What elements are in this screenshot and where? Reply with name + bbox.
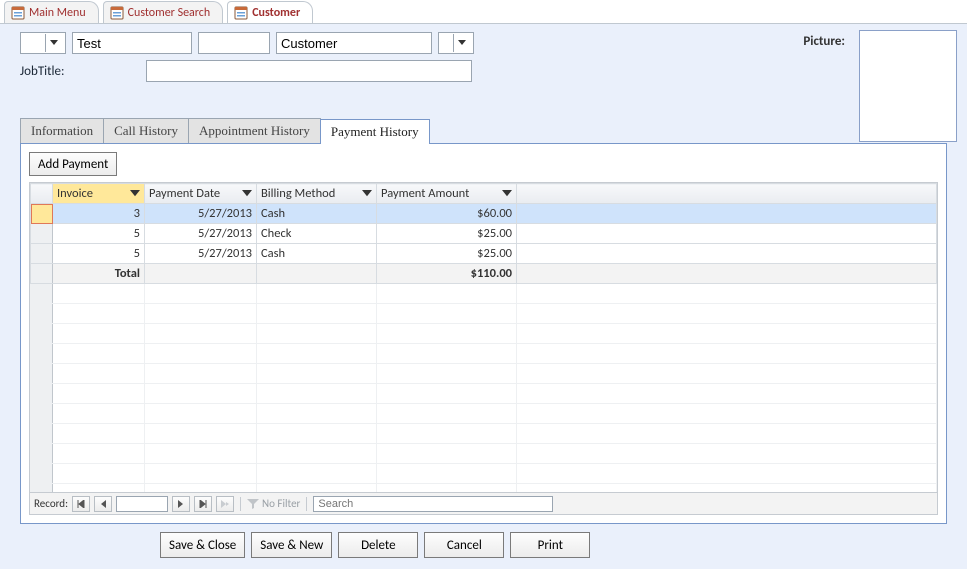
cell-method[interactable]: Cash — [257, 244, 377, 264]
doc-tab-customer-search[interactable]: Customer Search — [103, 1, 224, 23]
record-number-input[interactable] — [116, 496, 168, 512]
row-selector[interactable] — [31, 224, 53, 244]
cell-invoice[interactable]: 3 — [53, 204, 145, 224]
suffix-combo[interactable] — [438, 32, 474, 54]
bottom-buttons: Save & Close Save & New Delete Cancel Pr… — [160, 532, 947, 558]
new-record-button[interactable] — [216, 496, 234, 512]
filter-indicator[interactable]: No Filter — [247, 497, 300, 510]
total-amount: $110.00 — [377, 264, 517, 284]
cell-amount[interactable]: $25.00 — [377, 224, 517, 244]
table-row[interactable]: 5 5/27/2013 Check $25.00 — [31, 224, 937, 244]
col-header-payment-date[interactable]: Payment Date — [145, 184, 257, 204]
total-label: Total — [53, 264, 145, 284]
cell-date[interactable]: 5/27/2013 — [145, 204, 257, 224]
form-icon — [11, 6, 25, 20]
jobtitle-label: JobTitle: — [20, 64, 140, 79]
doc-tab-label: Customer — [252, 6, 300, 20]
select-all-cell[interactable] — [31, 184, 53, 204]
cell-amount[interactable]: $60.00 — [377, 204, 517, 224]
sort-dropdown-icon — [130, 190, 140, 198]
jobtitle-field[interactable] — [146, 60, 472, 82]
picture-label: Picture: — [803, 34, 845, 49]
tab-body: Add Payment Invoice Payment Date Billing… — [20, 144, 947, 524]
col-header-billing-method[interactable]: Billing Method — [257, 184, 377, 204]
col-header-payment-amount[interactable]: Payment Amount — [377, 184, 517, 204]
form-icon — [110, 6, 124, 20]
first-name-field[interactable] — [72, 32, 192, 54]
table-row[interactable]: 3 5/27/2013 Cash $60.00 — [31, 204, 937, 224]
last-record-button[interactable] — [194, 496, 212, 512]
form-icon — [234, 6, 248, 20]
table-row[interactable]: 5 5/27/2013 Cash $25.00 — [31, 244, 937, 264]
next-record-button[interactable] — [172, 496, 190, 512]
save-close-button[interactable]: Save & Close — [160, 532, 245, 558]
search-input[interactable] — [313, 496, 553, 512]
doc-tab-label: Customer Search — [128, 6, 211, 20]
filter-icon — [247, 499, 259, 509]
cell-method[interactable]: Cash — [257, 204, 377, 224]
middle-name-field[interactable] — [198, 32, 270, 54]
title-combo[interactable] — [20, 32, 66, 54]
cell-amount[interactable]: $25.00 — [377, 244, 517, 264]
add-payment-button[interactable]: Add Payment — [29, 152, 117, 176]
cell-method[interactable]: Check — [257, 224, 377, 244]
datasheet: Invoice Payment Date Billing Method Paym… — [29, 182, 938, 515]
print-button[interactable]: Print — [510, 532, 590, 558]
row-selector[interactable] — [31, 244, 53, 264]
sort-dropdown-icon — [362, 190, 372, 198]
doc-tab-label: Main Menu — [29, 6, 86, 20]
save-new-button[interactable]: Save & New — [251, 532, 332, 558]
col-header-invoice[interactable]: Invoice — [53, 184, 145, 204]
doc-tab-main-menu[interactable]: Main Menu — [4, 1, 99, 23]
row-selector[interactable] — [31, 204, 53, 224]
tab-appointment-history[interactable]: Appointment History — [188, 118, 321, 143]
filter-label: No Filter — [262, 497, 300, 510]
delete-button[interactable]: Delete — [338, 532, 418, 558]
tab-information[interactable]: Information — [20, 118, 104, 143]
sort-dropdown-icon — [502, 190, 512, 198]
chevron-down-icon — [453, 34, 469, 52]
tab-call-history[interactable]: Call History — [103, 118, 189, 143]
record-navigator: Record: No Filter — [30, 492, 937, 514]
total-row: Total $110.00 — [31, 264, 937, 284]
recnav-label: Record: — [34, 497, 68, 510]
col-header-filler — [517, 184, 937, 204]
sort-dropdown-icon — [242, 190, 252, 198]
document-tabs: Main Menu Customer Search Customer — [0, 0, 967, 24]
last-name-field[interactable] — [276, 32, 432, 54]
cancel-button[interactable]: Cancel — [424, 532, 504, 558]
inner-tabs: Information Call History Appointment His… — [20, 118, 947, 144]
prev-record-button[interactable] — [94, 496, 112, 512]
cell-invoice[interactable]: 5 — [53, 244, 145, 264]
tab-payment-history[interactable]: Payment History — [320, 119, 430, 144]
form-area: Picture: JobTitle: Information Call Hist… — [0, 24, 967, 569]
cell-date[interactable]: 5/27/2013 — [145, 244, 257, 264]
cell-date[interactable]: 5/27/2013 — [145, 224, 257, 244]
first-record-button[interactable] — [72, 496, 90, 512]
cell-invoice[interactable]: 5 — [53, 224, 145, 244]
doc-tab-customer[interactable]: Customer — [227, 1, 313, 23]
chevron-down-icon — [45, 34, 61, 52]
payments-table: Invoice Payment Date Billing Method Paym… — [30, 183, 937, 492]
